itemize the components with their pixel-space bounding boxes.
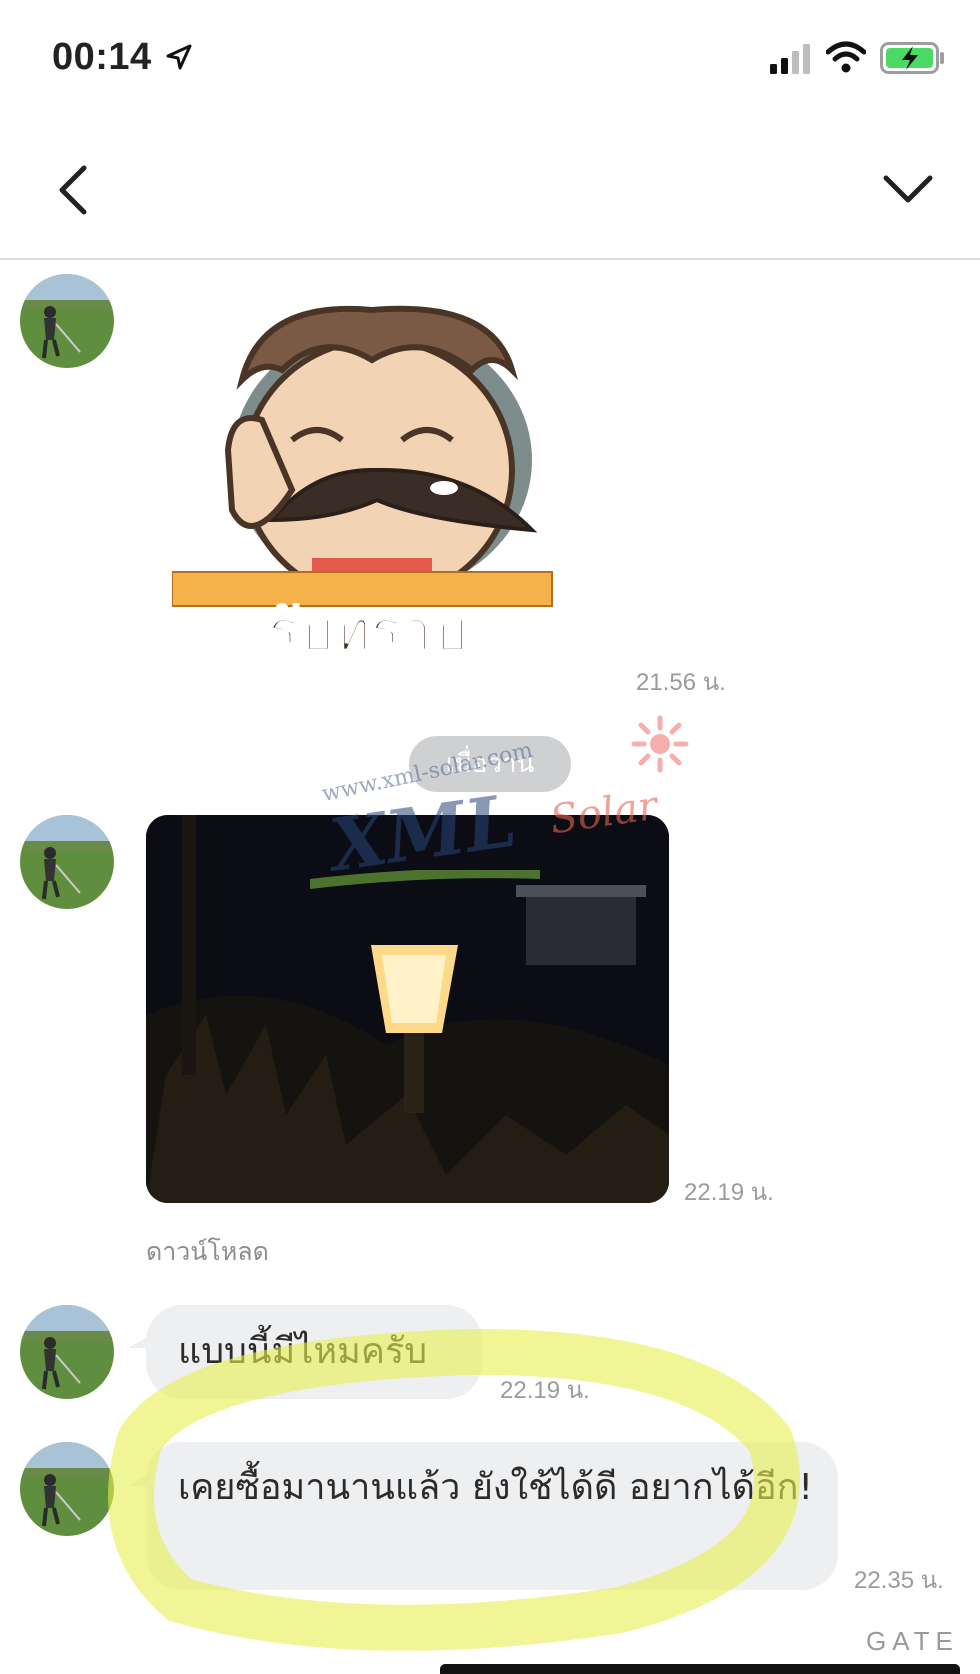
sun-logo-icon bbox=[631, 715, 689, 773]
back-chevron-icon[interactable] bbox=[52, 160, 102, 220]
location-arrow-icon bbox=[166, 44, 192, 70]
chat-header bbox=[0, 120, 980, 260]
message-time: 22.19 น. bbox=[684, 1179, 774, 1206]
avatar[interactable] bbox=[20, 274, 114, 368]
footer-gate-text: GATE bbox=[866, 1626, 959, 1656]
status-time: 00:14 bbox=[52, 36, 152, 78]
message-text: แบบนี้มีไหมครับ bbox=[178, 1331, 428, 1372]
sticker-salute[interactable]: รับทราบ bbox=[171, 290, 592, 680]
avatar[interactable] bbox=[20, 815, 114, 909]
signal-icon bbox=[770, 44, 810, 74]
battery-charging-icon bbox=[880, 42, 944, 74]
home-indicator bbox=[440, 1664, 960, 1674]
wifi-icon bbox=[826, 41, 866, 73]
message-text: เคยซื้อมานานแล้ว ยังใช้ได้ดี อยากได้อีก! bbox=[178, 1467, 813, 1508]
message-time: 22.19 น. bbox=[500, 1377, 590, 1404]
message-bubble[interactable]: เคยซื้อมานานแล้ว ยังใช้ได้ดี อยากได้อีก! bbox=[146, 1442, 838, 1590]
download-link[interactable]: ดาวน์โหลด bbox=[146, 1232, 269, 1272]
avatar[interactable] bbox=[20, 1305, 114, 1399]
collapse-chevron-icon[interactable] bbox=[880, 170, 936, 210]
date-separator: เมื่อวาน bbox=[409, 736, 571, 792]
sticker-caption: รับทราบ bbox=[267, 597, 469, 665]
message-bubble[interactable]: แบบนี้มีไหมครับ bbox=[146, 1305, 482, 1399]
photo-message[interactable] bbox=[146, 815, 669, 1203]
message-time: 22.35 น. bbox=[854, 1567, 944, 1594]
status-bar: 00:14 bbox=[0, 0, 980, 120]
message-time: 21.56 น. bbox=[636, 669, 726, 696]
avatar[interactable] bbox=[20, 1442, 114, 1536]
